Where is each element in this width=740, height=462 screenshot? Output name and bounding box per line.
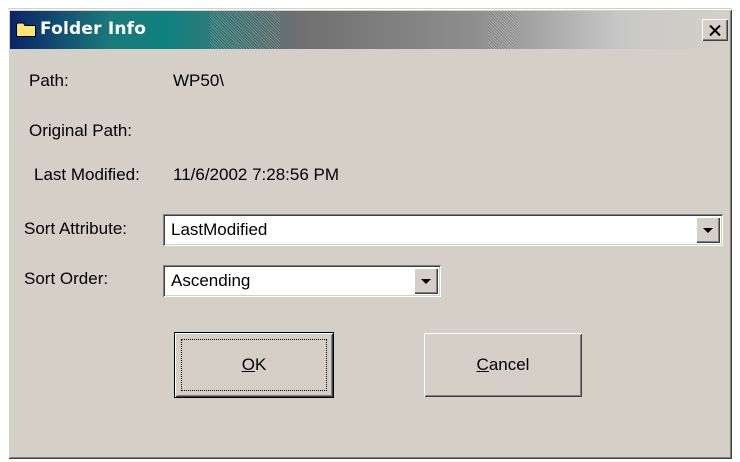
sort-attribute-label: Sort Attribute:	[24, 219, 127, 238]
close-button[interactable]	[702, 19, 728, 41]
sort-order-selected: Ascending	[171, 271, 251, 290]
sort-order-label: Sort Order:	[24, 269, 109, 288]
chevron-down-icon	[703, 227, 713, 233]
sort-order-dropdown-button[interactable]	[414, 268, 438, 294]
original-path-label: Original Path:	[29, 121, 132, 140]
dialog-title: Folder Info	[40, 19, 147, 39]
title-bar[interactable]: Folder Info	[10, 11, 730, 49]
sort-attribute-selected: LastModified	[171, 220, 268, 239]
cancel-button[interactable]: Cancel	[424, 333, 582, 397]
folder-icon	[16, 22, 36, 37]
sort-attribute-dropdown-button[interactable]	[696, 217, 720, 243]
sort-order-dropdown[interactable]: Ascending	[163, 265, 441, 297]
path-value: WP50\	[173, 71, 225, 90]
close-icon	[709, 24, 721, 36]
path-label: Path:	[29, 71, 69, 90]
chevron-down-icon	[421, 278, 431, 284]
last-modified-label: Last Modified:	[34, 165, 140, 184]
focus-rectangle	[181, 339, 327, 391]
ok-button[interactable]: OK	[174, 332, 334, 398]
cancel-button-label: Cancel	[476, 355, 530, 374]
title-bar-pattern	[488, 11, 518, 49]
sort-attribute-dropdown[interactable]: LastModified	[163, 214, 723, 246]
last-modified-value: 11/6/2002 7:28:56 PM	[173, 165, 340, 184]
folder-info-dialog: Folder Info Path: WP50\ Original Path: L…	[8, 8, 732, 459]
title-bar-pattern	[210, 11, 280, 49]
